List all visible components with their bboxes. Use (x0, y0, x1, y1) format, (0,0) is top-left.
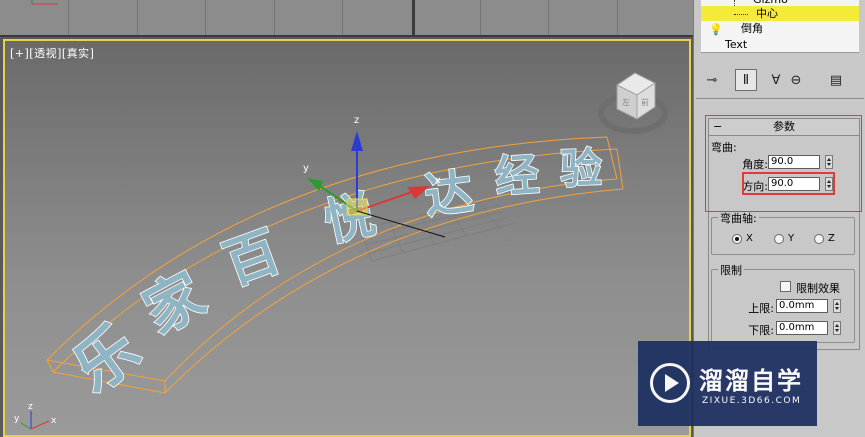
bent-text-object[interactable]: 乐 家 百 悦 达 经 验 (59, 142, 604, 407)
top-axis-icon (31, 0, 58, 5)
stack-item-label: 倒角 (741, 22, 763, 35)
scene-canvas[interactable]: 乐 家 百 悦 达 经 验 z y x 左 前 z x y (5, 41, 689, 435)
gizmo-y-label: y (303, 163, 309, 174)
watermark: 溜溜自学 ZIXUE.3D66.COM (638, 341, 817, 426)
light-bulb-icon[interactable]: 💡 (709, 22, 723, 38)
stack-item-center[interactable]: 中心 (701, 6, 859, 22)
grid-line (548, 0, 549, 35)
axis-y-label: Y (788, 233, 795, 244)
divider (696, 98, 864, 99)
tripod-y-label: y (14, 414, 20, 424)
top-viewport[interactable] (0, 0, 693, 37)
stack-item-text[interactable]: Text (701, 37, 859, 53)
grid-line (137, 0, 138, 35)
viewport-label[interactable]: [+][透视][真实] (10, 45, 94, 61)
scene-char: 经 (493, 149, 540, 203)
viewport-separator[interactable] (412, 0, 415, 35)
grid-line (342, 0, 343, 35)
grid-line (205, 0, 206, 35)
upper-limit-spinner[interactable] (833, 299, 841, 313)
limits-label: 限制 (718, 262, 744, 278)
axis-x-radio[interactable] (732, 234, 742, 244)
perspective-viewport[interactable]: 乐 家 百 悦 达 经 验 z y x 左 前 z x y [+][透视][真实… (3, 39, 691, 437)
lower-limit-spinner[interactable] (833, 321, 841, 335)
limit-effect-label: 限制效果 (796, 282, 840, 295)
upper-limit-label: 上限: (748, 302, 774, 315)
axis-z-label: Z (828, 233, 835, 244)
highlight-bend-box (705, 115, 862, 212)
viewcube[interactable]: 左 前 (598, 72, 668, 134)
lower-limit-input[interactable]: 0.0mm (776, 321, 828, 335)
watermark-title: 溜溜自学 (699, 367, 803, 395)
play-logo-icon (650, 363, 690, 403)
scene-char: 达 (422, 164, 476, 225)
scene-char: 家 (133, 260, 216, 347)
grid-line (274, 0, 275, 35)
gizmo-z-label: z (354, 115, 359, 126)
show-end-result-icon[interactable]: Ⅱ (735, 69, 757, 91)
grid-line (617, 0, 618, 35)
watermark-subtitle: ZIXUE.3D66.COM (702, 396, 802, 406)
stack-item-label: Text (725, 38, 748, 51)
viewcube-left-label: 左 (622, 97, 630, 107)
tripod-z-label: z (28, 402, 33, 412)
scene-char: 验 (559, 143, 603, 193)
tree-connector (734, 6, 748, 15)
scene-char: 乐 (60, 311, 153, 407)
viewcube-front-label: 前 (641, 97, 649, 107)
axis-z-radio[interactable] (814, 234, 824, 244)
axis-y-radio[interactable] (774, 234, 784, 244)
stack-item-label: 中心 (756, 7, 778, 20)
axis-x-label: X (746, 233, 753, 244)
make-unique-icon[interactable]: ∀ (765, 69, 787, 91)
remove-modifier-icon[interactable]: ⊖ (785, 69, 807, 91)
bend-axis-label: 弯曲轴: (718, 210, 759, 226)
gizmo-x-label: x (435, 175, 441, 186)
corner-axis-tripod: z x y (14, 402, 57, 430)
pin-stack-icon[interactable]: ⊸ (701, 69, 723, 91)
grid-line (480, 0, 481, 35)
limits-group: 限制 限制效果 上限: 0.0mm 下限: 0.0mm (711, 262, 855, 343)
scene-char: 悦 (319, 185, 380, 252)
lower-limit-label: 下限: (748, 324, 774, 337)
grid-line (68, 0, 69, 35)
configure-modifier-sets-icon[interactable]: ▤ (825, 69, 847, 91)
tripod-x-label: x (51, 416, 57, 426)
modifier-stack-toolbar: ⊸ Ⅱ ∀ ⊖ ▤ (701, 66, 859, 92)
limit-effect-checkbox[interactable] (780, 281, 791, 292)
scene-char: 百 (216, 219, 288, 297)
stack-item-bevel[interactable]: 💡 倒角 (701, 21, 859, 37)
upper-limit-input[interactable]: 0.0mm (776, 299, 828, 313)
bend-axis-group: 弯曲轴: X Y Z (711, 210, 855, 255)
